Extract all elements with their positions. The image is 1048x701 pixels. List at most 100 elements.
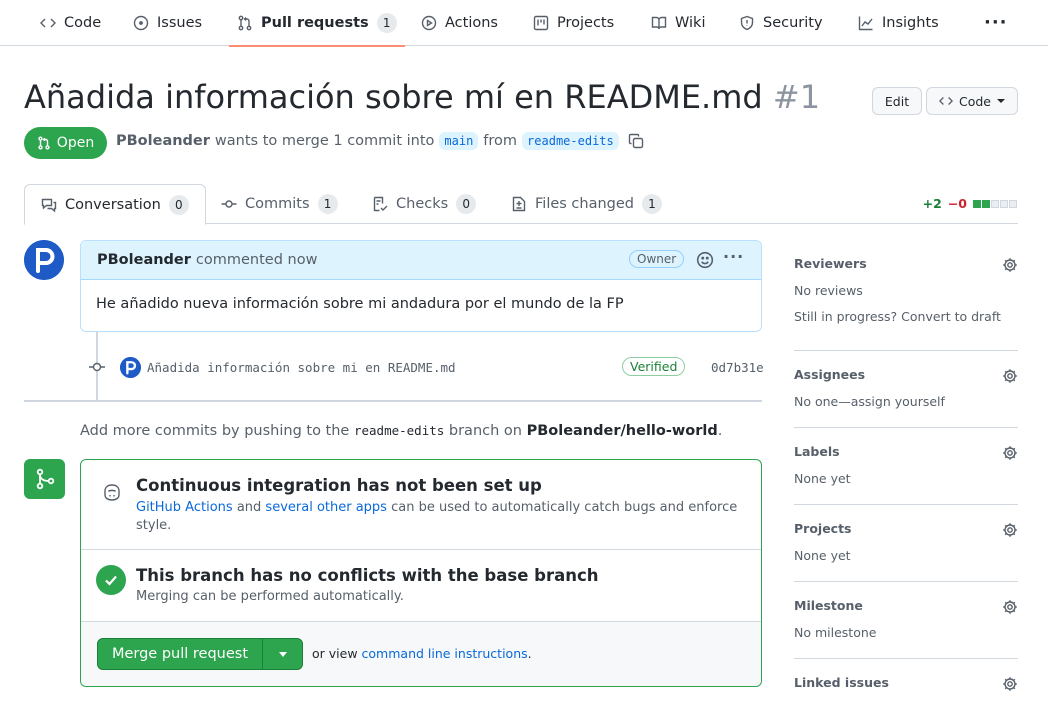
verified-badge[interactable]: Verified bbox=[622, 357, 686, 376]
push-info-suffix: . bbox=[717, 423, 723, 439]
gear-icon[interactable] bbox=[1002, 257, 1018, 273]
push-info-prefix: Add more commits by pushing to the bbox=[80, 423, 350, 439]
github-actions-link[interactable]: GitHub Actions bbox=[136, 500, 233, 515]
check-icon bbox=[96, 565, 126, 595]
pull-request-icon bbox=[238, 15, 252, 31]
nav-projects-label: Projects bbox=[557, 15, 615, 31]
head-branch[interactable]: readme-edits bbox=[522, 132, 619, 150]
merge-method-dropdown[interactable] bbox=[263, 639, 302, 669]
push-info-repo[interactable]: PBoleander/hello-world bbox=[527, 423, 718, 439]
copy-icon[interactable] bbox=[628, 133, 644, 149]
checkmark-icon bbox=[105, 575, 117, 586]
diffstat-square bbox=[982, 200, 990, 208]
play-icon bbox=[421, 15, 437, 31]
diffstat-square bbox=[991, 200, 999, 208]
pr-number: #1 bbox=[772, 78, 821, 116]
gear-icon[interactable] bbox=[1002, 599, 1018, 615]
comment-discussion-icon bbox=[41, 198, 57, 212]
sidebar-assignees-title: Assignees bbox=[794, 367, 866, 382]
nav-pull-requests[interactable]: Pull requests 1 bbox=[229, 0, 405, 47]
push-info: Add more commits by pushing to the readm… bbox=[80, 423, 722, 439]
merge-text: wants to merge 1 commit into bbox=[214, 133, 435, 149]
tab-checks-label: Checks bbox=[396, 196, 449, 212]
commit-avatar[interactable] bbox=[120, 357, 141, 378]
no-conflicts-description: Merging can be performed automatically. bbox=[136, 589, 404, 604]
base-branch[interactable]: main bbox=[439, 132, 479, 150]
nav-code-label: Code bbox=[64, 15, 102, 31]
sidebar-projects-title: Projects bbox=[794, 521, 852, 536]
gear-icon[interactable] bbox=[1002, 445, 1018, 461]
nav-projects[interactable]: Projects bbox=[533, 0, 614, 46]
code-dropdown-button[interactable]: Code bbox=[926, 87, 1018, 115]
sidebar-linked-issues: Linked issues bbox=[794, 659, 1018, 701]
smiley-icon[interactable] bbox=[696, 251, 714, 269]
tab-commits[interactable]: Commits 1 bbox=[205, 184, 354, 224]
tab-checks[interactable]: Checks 0 bbox=[356, 184, 492, 224]
edit-button[interactable]: Edit bbox=[872, 87, 922, 115]
nav-code[interactable]: Code bbox=[40, 0, 101, 46]
no-conflicts-section: This branch has no conflicts with the ba… bbox=[81, 550, 761, 622]
edit-button-label: Edit bbox=[884, 93, 910, 109]
nav-issues-label: Issues bbox=[157, 15, 203, 31]
code-button-label: Code bbox=[958, 93, 991, 109]
sidebar-reviewers-value: No reviews bbox=[794, 283, 863, 298]
merge-button-group: Merge pull request bbox=[97, 638, 303, 670]
or-view-text: or view command line instructions. bbox=[312, 646, 532, 661]
nav-insights[interactable]: Insights bbox=[858, 0, 939, 46]
assign-yourself-link[interactable]: No one—assign yourself bbox=[794, 394, 945, 409]
merge-actions: Merge pull request or view command line … bbox=[81, 622, 761, 686]
nav-issues[interactable]: Issues bbox=[133, 0, 202, 46]
diffstat-square bbox=[1000, 200, 1008, 208]
push-info-branch: readme-edits bbox=[353, 423, 445, 438]
tab-files-changed[interactable]: Files changed 1 bbox=[495, 184, 678, 224]
issue-icon bbox=[133, 15, 149, 31]
gear-icon[interactable] bbox=[1002, 676, 1018, 692]
nav-security[interactable]: Security bbox=[739, 0, 823, 46]
nav-wiki-label: Wiki bbox=[675, 15, 706, 31]
chevron-down-icon bbox=[997, 99, 1005, 103]
tab-conversation[interactable]: Conversation 0 bbox=[24, 184, 206, 225]
command-line-instructions-link[interactable]: command line instructions bbox=[362, 646, 528, 661]
sidebar-labels-value: None yet bbox=[794, 471, 851, 486]
ci-and: and bbox=[236, 500, 262, 515]
owner-badge: Owner bbox=[629, 250, 685, 268]
commit-icon bbox=[89, 362, 105, 372]
avatar[interactable] bbox=[24, 240, 64, 280]
nav-more-button[interactable]: ··· bbox=[984, 12, 1008, 33]
code-icon bbox=[938, 97, 953, 105]
diffstat: +2 −0 bbox=[923, 196, 1018, 211]
sidebar-assignees: Assignees No one—assign yourself bbox=[794, 351, 1018, 428]
pr-tabs: Conversation 0 Commits 1 Checks 0 Files … bbox=[24, 184, 1018, 225]
code-icon bbox=[40, 18, 56, 28]
nav-actions[interactable]: Actions bbox=[421, 0, 498, 46]
git-merge-icon bbox=[36, 468, 54, 490]
sidebar-projects-value: None yet bbox=[794, 548, 851, 563]
commit-sha[interactable]: 0d7b31e bbox=[711, 360, 764, 375]
from-text: from bbox=[483, 133, 518, 149]
page-title: Añadida información sobre mí en README.m… bbox=[24, 78, 820, 116]
tab-commits-count: 1 bbox=[317, 194, 338, 214]
diffstat-additions: +2 bbox=[922, 196, 942, 211]
sidebar-reviewers: Reviewers No reviews Still in progress? … bbox=[794, 240, 1018, 351]
convert-to-draft-link[interactable]: Still in progress? Convert to draft bbox=[794, 309, 1001, 324]
comment-more-button[interactable]: ··· bbox=[723, 247, 744, 266]
nav-wiki[interactable]: Wiki bbox=[651, 0, 705, 46]
commit-message[interactable]: Añadida información sobre mi en README.m… bbox=[147, 360, 456, 375]
author-link[interactable]: PBoleander bbox=[116, 133, 210, 149]
status-label: Open bbox=[56, 135, 95, 151]
comment-action: commented now bbox=[195, 252, 318, 268]
chevron-down-icon bbox=[278, 651, 287, 657]
sidebar-linked-issues-title: Linked issues bbox=[794, 675, 889, 690]
nav-security-label: Security bbox=[763, 15, 823, 31]
ci-section: Continuous integration has not been set … bbox=[81, 460, 761, 550]
comment-body: He añadido nueva información sobre mi an… bbox=[96, 296, 624, 312]
merge-pull-request-button[interactable]: Merge pull request bbox=[98, 639, 263, 669]
other-apps-link[interactable]: several other apps bbox=[265, 500, 387, 515]
gear-icon[interactable] bbox=[1002, 522, 1018, 538]
pull-request-icon bbox=[38, 136, 50, 150]
no-conflicts-title: This branch has no conflicts with the ba… bbox=[136, 566, 599, 585]
merge-status-icon bbox=[24, 459, 65, 499]
comment-author[interactable]: PBoleander bbox=[97, 252, 191, 268]
avatar-logo bbox=[24, 240, 64, 280]
gear-icon[interactable] bbox=[1002, 368, 1018, 384]
